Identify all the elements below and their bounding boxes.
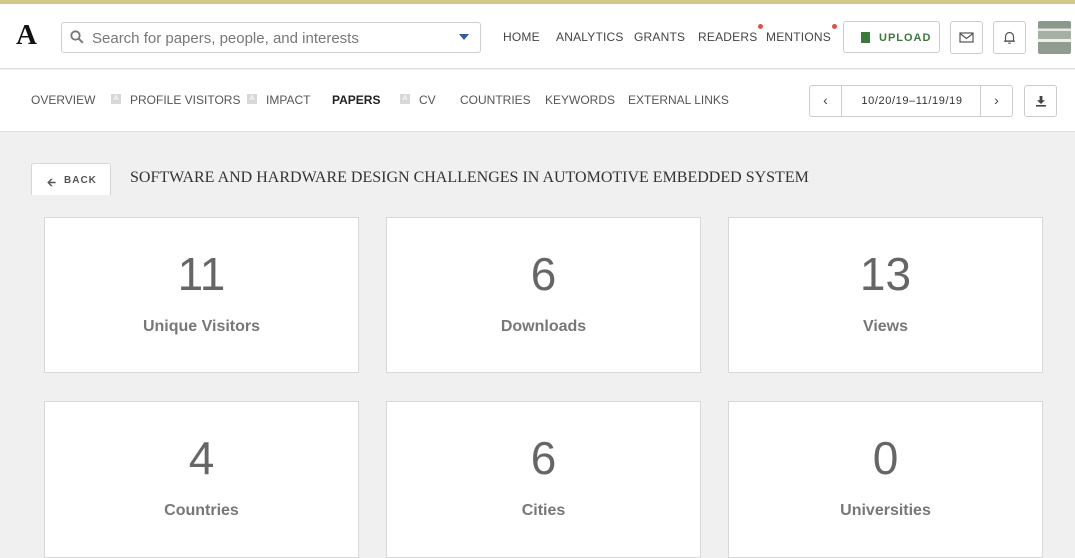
search-icon <box>70 30 84 44</box>
nav-analytics[interactable]: ANALYTICS <box>556 30 624 44</box>
date-range-value[interactable]: 10/20/19–11/19/19 <box>843 86 981 116</box>
nav-mentions-label: MENTIONS <box>766 30 831 44</box>
file-icon <box>861 32 870 43</box>
arrow-left-icon: 🡨 <box>47 177 57 189</box>
stat-value: 11 <box>177 248 226 300</box>
tab-cv[interactable]: A CV <box>400 93 436 107</box>
search-bar[interactable] <box>61 22 481 53</box>
nav-readers[interactable]: READERS <box>698 24 764 44</box>
stat-label: Views <box>862 318 909 335</box>
back-label: BACK <box>64 175 97 186</box>
stat-label: Cities <box>521 502 566 519</box>
upload-button[interactable]: UPLOAD <box>843 21 940 53</box>
locked-tab-icon: A <box>247 94 257 104</box>
download-button[interactable] <box>1024 85 1057 117</box>
tab-label: PROFILE VISITORS <box>130 93 241 107</box>
top-header: A HOME ANALYTICS GRANTS READERS MENTIONS… <box>0 4 1075 69</box>
locked-tab-icon: A <box>111 94 121 104</box>
messages-button[interactable] <box>950 21 983 54</box>
chevron-right-icon[interactable]: › <box>980 86 1012 116</box>
site-logo[interactable]: A <box>16 21 37 50</box>
tab-label: CV <box>419 93 436 107</box>
nav-readers-label: READERS <box>698 30 758 44</box>
stat-label: Downloads <box>500 318 587 335</box>
stat-card-downloads[interactable]: 6 Downloads <box>386 217 701 373</box>
nav-home[interactable]: HOME <box>503 30 540 44</box>
notifications-button[interactable] <box>993 21 1026 54</box>
paper-title: SOFTWARE AND HARDWARE DESIGN CHALLENGES … <box>130 169 809 186</box>
stat-value: 13 <box>859 248 912 300</box>
download-icon <box>1036 96 1046 107</box>
notification-dot <box>758 24 764 29</box>
stat-card-views[interactable]: 13 Views <box>728 217 1043 373</box>
tab-impact[interactable]: A IMPACT <box>247 93 311 107</box>
stat-label: Unique Visitors <box>142 318 261 335</box>
stat-value: 0 <box>872 432 899 484</box>
stat-card-unique-visitors[interactable]: 11 Unique Visitors <box>44 217 359 373</box>
stat-card-cities[interactable]: 6 Cities <box>386 401 701 558</box>
stat-value: 6 <box>530 432 557 484</box>
tab-overview[interactable]: OVERVIEW <box>31 93 95 107</box>
stat-card-universities[interactable]: 0 Universities <box>728 401 1043 558</box>
date-range-picker: ‹ 10/20/19–11/19/19 › <box>809 85 1013 117</box>
upload-label: UPLOAD <box>879 32 932 44</box>
chevron-down-icon[interactable] <box>459 34 469 40</box>
tab-papers[interactable]: PAPERS <box>332 93 380 107</box>
stat-card-countries[interactable]: 4 Countries <box>44 401 359 558</box>
tab-external-links[interactable]: EXTERNAL LINKS <box>628 93 729 107</box>
tab-profile-visitors[interactable]: A PROFILE VISITORS <box>111 93 241 107</box>
stat-label: Universities <box>840 502 931 519</box>
nav-mentions[interactable]: MENTIONS <box>766 24 837 44</box>
tab-keywords[interactable]: KEYWORDS <box>545 93 615 107</box>
chevron-left-icon[interactable]: ‹ <box>810 86 842 116</box>
nav-grants[interactable]: GRANTS <box>634 30 685 44</box>
tab-countries[interactable]: COUNTRIES <box>460 93 531 107</box>
back-button[interactable]: 🡨 BACK <box>31 163 111 195</box>
bell-icon <box>1004 31 1015 44</box>
mail-icon <box>959 32 974 43</box>
stat-value: 6 <box>530 248 557 300</box>
stat-label: Countries <box>164 502 239 519</box>
stat-value: 4 <box>188 432 215 484</box>
search-input[interactable] <box>92 27 452 49</box>
locked-tab-icon: A <box>400 94 410 104</box>
tab-label: IMPACT <box>266 93 311 107</box>
avatar[interactable] <box>1038 21 1071 54</box>
notification-dot <box>831 24 837 29</box>
analytics-subnav: OVERVIEW A PROFILE VISITORS A IMPACT PAP… <box>0 70 1075 132</box>
